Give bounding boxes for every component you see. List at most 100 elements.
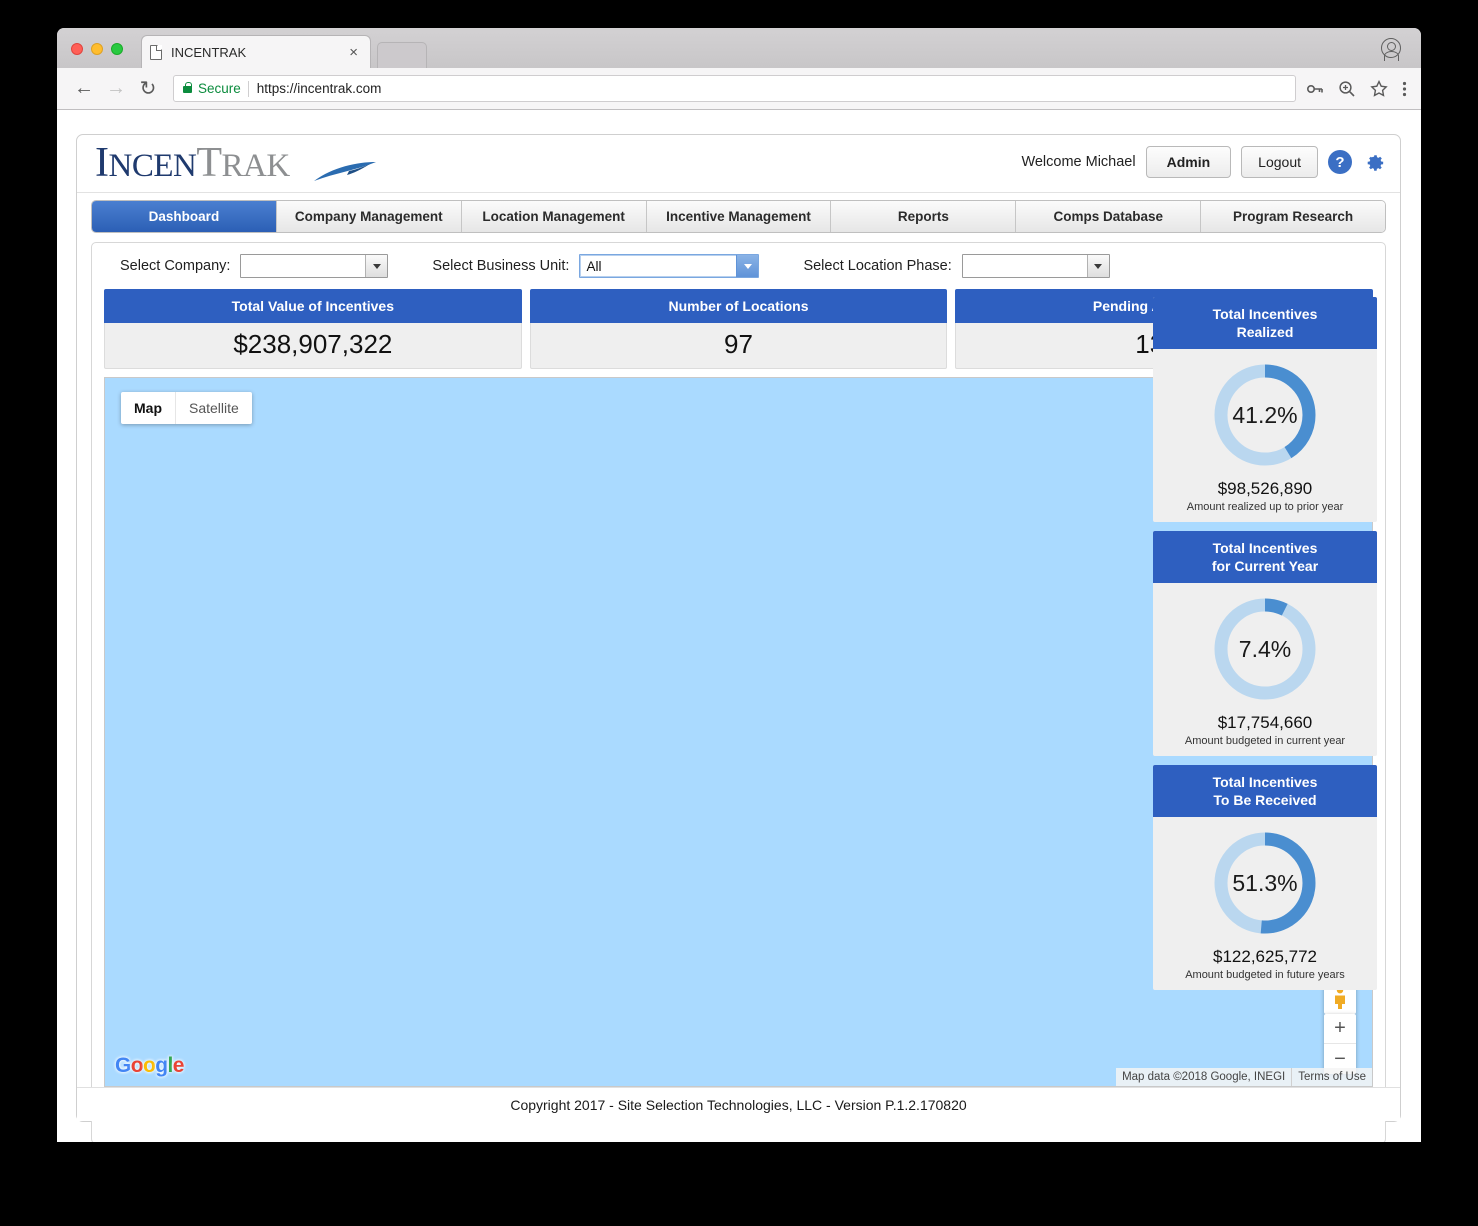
primary-nav: Dashboard Company Management Location Mana…	[91, 200, 1386, 233]
donut-title-line1: Total Incentives	[1212, 540, 1318, 556]
reload-button[interactable]: ↻	[135, 76, 161, 102]
password-key-icon[interactable]	[1306, 80, 1324, 98]
donut-subtitle: Amount budgeted in future years	[1185, 969, 1345, 981]
zoom-in-button[interactable]: +	[1324, 1014, 1356, 1044]
filter-label-2: Select Location Phase:	[803, 258, 952, 274]
profile-icon[interactable]	[1381, 38, 1401, 61]
filter-select-value: All	[586, 258, 602, 274]
zoom-icon[interactable]	[1338, 80, 1356, 98]
chevron-down-icon[interactable]	[736, 255, 759, 277]
donut-chart: 7.4%	[1209, 593, 1321, 705]
logo-text-incen-i: I	[95, 140, 109, 186]
nav-tab-company-management[interactable]: Company Management	[276, 201, 462, 232]
donut-card-realized: Total Incentives Realized 41.2% $98,526,890…	[1153, 297, 1377, 522]
donut-amount: $17,754,660	[1217, 713, 1313, 732]
nav-tab-label: Location Management	[482, 209, 625, 224]
nav-tab-program-research[interactable]: Program Research	[1201, 201, 1385, 232]
google-logo-letter: e	[172, 1054, 185, 1077]
map-type-satellite[interactable]: Satellite	[175, 392, 252, 424]
google-logo-letter: g	[155, 1054, 168, 1077]
donut-chart: 41.2%	[1209, 359, 1321, 471]
page-icon	[150, 44, 162, 60]
donut-card-for-current-year: Total Incentives for Current Year 7.4% $17,…	[1153, 531, 1377, 756]
forward-button[interactable]: →	[103, 76, 129, 102]
browser-tab[interactable]: INCENTRAK ×	[141, 35, 371, 68]
close-icon[interactable]: ×	[345, 45, 362, 60]
map-type-control[interactable]: Map Satellite	[121, 392, 252, 424]
swoosh-icon	[314, 162, 376, 181]
nav-tab-incentive-management[interactable]: Incentive Management	[646, 201, 832, 232]
nav-tab-reports[interactable]: Reports	[831, 201, 1017, 232]
gear-icon[interactable]	[1362, 150, 1386, 174]
kpi-value: $238,907,322	[104, 323, 522, 369]
browser-toolbar: ← → ↻ Secure https://incentrak.com	[57, 68, 1421, 110]
filter-label-1: Select Business Unit:	[432, 258, 570, 274]
browser-window: INCENTRAK × ← → ↻ Secure https://incentr…	[57, 28, 1421, 1142]
help-icon[interactable]: ?	[1328, 150, 1352, 174]
nav-tab-label: Program Research	[1233, 209, 1354, 224]
kpi-card-total-value-of-incentives: Total Value of Incentives $238,907,322	[104, 289, 522, 369]
logo-text-trak-t: T	[196, 140, 222, 186]
welcome-message: Welcome Michael	[1021, 154, 1136, 170]
donut-subtitle: Amount realized up to prior year	[1186, 501, 1344, 513]
terms-of-use-link[interactable]: Terms of Use	[1291, 1068, 1372, 1086]
chevron-down-icon[interactable]	[365, 255, 388, 277]
security-label: Secure	[198, 81, 241, 96]
dashboard-content: Select Company: Select Business Unit: All S…	[91, 242, 1386, 1142]
app-container: INCENTRAK Welcome Michael Admin Logout ?	[76, 134, 1401, 1142]
donut-percent-label: 41.2%	[1232, 401, 1298, 428]
browser-tabstrip: INCENTRAK ×	[57, 28, 1421, 68]
map-type-map[interactable]: Map	[121, 392, 175, 424]
kpi-title: Number of Locations	[529, 289, 948, 323]
url-text: https://incentrak.com	[256, 81, 382, 96]
logo-text-trak: RAK	[221, 148, 291, 184]
nav-tab-label: Comps Database	[1053, 209, 1163, 224]
browser-tab-title: INCENTRAK	[171, 44, 247, 60]
back-button[interactable]: ←	[71, 76, 97, 102]
window-close-button[interactable]	[71, 43, 83, 55]
logo-text-incen: NCEN	[108, 148, 197, 184]
donut-body: 41.2% $98,526,890 Amount realized up to pr…	[1153, 349, 1377, 522]
admin-button[interactable]: Admin	[1145, 146, 1232, 178]
divider	[247, 80, 249, 97]
filter-select-select-company[interactable]	[240, 254, 389, 278]
filter-bar: Select Company: Select Business Unit: All S…	[100, 253, 1377, 279]
nav-tab-location-management[interactable]: Location Management	[461, 201, 647, 232]
copyright-text: Copyright 2017 - Site Selection Technolo…	[510, 1096, 967, 1113]
map-attribution: Map data ©2018 Google, INEGI Terms of Us…	[1116, 1068, 1372, 1086]
donut-title-line1: Total Incentives	[1212, 306, 1318, 322]
browser-menu-icon[interactable]	[1402, 80, 1407, 98]
donut-subtitle: Amount budgeted in current year	[1184, 735, 1346, 747]
nav-tab-dashboard[interactable]: Dashboard	[92, 201, 277, 232]
donut-body: 7.4% $17,754,660 Amount budgeted in curren…	[1153, 583, 1377, 756]
chevron-down-icon[interactable]	[1086, 255, 1109, 277]
google-logo-letter: G	[115, 1054, 131, 1077]
window-maximize-button[interactable]	[111, 43, 123, 55]
donut-amount: $98,526,890	[1217, 479, 1313, 498]
new-tab-button[interactable]	[377, 42, 427, 68]
donut-title-line1: Total Incentives	[1212, 774, 1318, 790]
logout-button[interactable]: Logout	[1241, 146, 1318, 178]
bookmark-star-icon[interactable]	[1370, 79, 1388, 98]
donut-title: Total Incentives for Current Year	[1153, 531, 1377, 583]
window-minimize-button[interactable]	[91, 43, 103, 55]
app-header: INCENTRAK Welcome Michael Admin Logout ?	[77, 135, 1400, 193]
map-zoom-control[interactable]: + −	[1324, 1014, 1356, 1074]
nav-tab-label: Reports	[897, 209, 949, 224]
kpi-value: 97	[529, 323, 948, 369]
donut-title: Total Incentives Realized	[1153, 297, 1377, 349]
address-bar[interactable]: Secure https://incentrak.com	[173, 75, 1296, 102]
incentives-summary-column: Total Incentives Realized 41.2% $98,526,890…	[1153, 297, 1377, 999]
donut-title-line2: Realized	[1236, 324, 1294, 340]
filter-select-select-location-phase[interactable]	[961, 254, 1110, 278]
filter-select-select-business-unit[interactable]: All	[579, 254, 760, 278]
incentrak-logo: INCENTRAK	[95, 139, 376, 186]
donut-title: Total Incentives To Be Received	[1153, 765, 1377, 817]
filter-label-0: Select Company:	[120, 258, 231, 274]
donut-body: 51.3% $122,625,772 Amount budgeted in futu…	[1153, 817, 1377, 990]
donut-percent-label: 51.3%	[1232, 869, 1298, 896]
google-logo-letter: o	[142, 1054, 156, 1077]
lock-icon	[183, 81, 193, 93]
nav-tab-label: Dashboard	[148, 209, 220, 224]
nav-tab-comps-database[interactable]: Comps Database	[1016, 201, 1202, 232]
